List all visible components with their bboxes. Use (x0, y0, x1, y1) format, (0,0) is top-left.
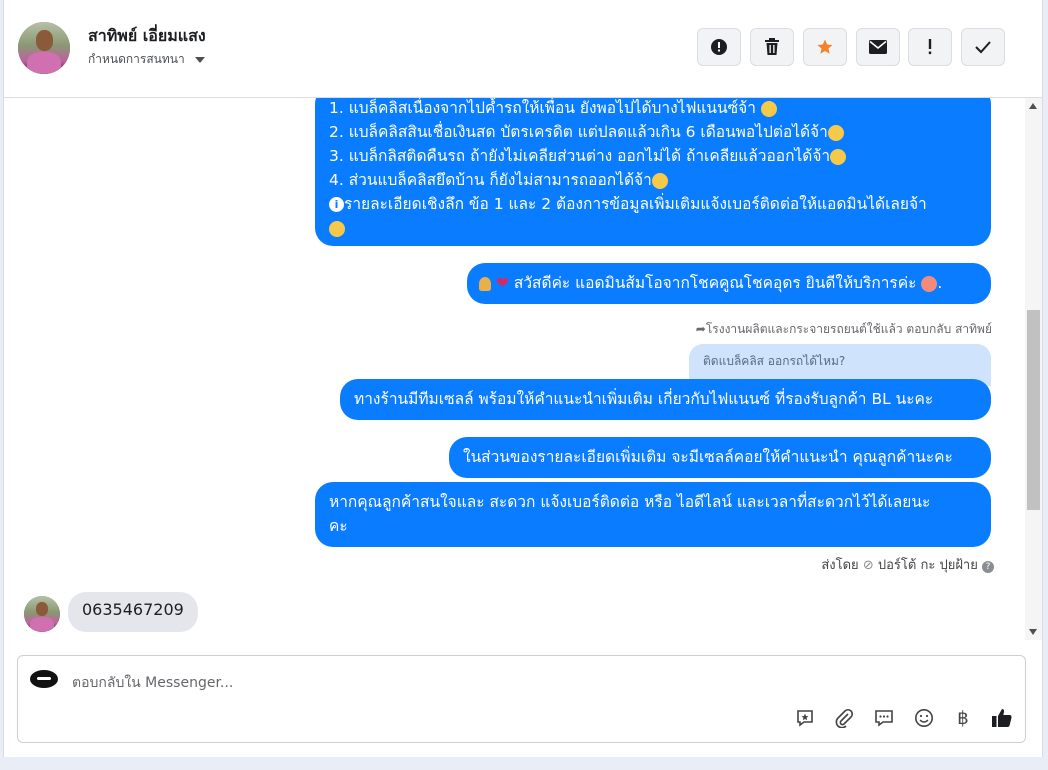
incoming-sender-avatar[interactable] (24, 596, 60, 632)
star-icon (817, 39, 833, 54)
smile-emoji-icon (329, 220, 345, 237)
done-button[interactable] (961, 28, 1005, 66)
scrollbar-thumb[interactable] (1027, 310, 1040, 510)
message-scrollbar[interactable] (1025, 98, 1042, 640)
like-icon[interactable] (990, 706, 1014, 730)
conversation-header: สาทิพย์ เอี่ยมแสง กำหนดการสนทนา (4, 0, 1042, 98)
follow-up-button[interactable] (908, 28, 952, 66)
heart-emoji-icon: ❤ (495, 274, 509, 292)
check-icon (975, 41, 991, 54)
baht-icon[interactable]: ฿ (951, 706, 975, 730)
smile-emoji-icon (651, 172, 668, 189)
sent-by-label: ส่งโดย ⊘ ปอร์โต้ กะ ปุยฝ้าย ? (821, 554, 994, 575)
spam-button[interactable] (697, 28, 741, 66)
delete-button[interactable] (750, 28, 794, 66)
outgoing-message-blacklist-info[interactable]: 1. แบล็คลิสเนื่องจากไปค้ำรถให้เพื่อน ยัง… (315, 98, 991, 246)
message-line-4: 4. ส่วนแบล็คลิสยึดบ้าน ก็ยังไม่สามารถออก… (329, 168, 977, 192)
love-emoji-icon (921, 275, 938, 292)
caret-down-icon (194, 56, 205, 63)
page-logo-icon (30, 670, 58, 688)
assign-conversation-dropdown[interactable]: กำหนดการสนทนา (88, 50, 205, 69)
assign-label: กำหนดการสนทนา (88, 52, 185, 66)
mark-unread-button[interactable] (856, 28, 900, 66)
envelope-icon (869, 40, 887, 54)
reply-arrow-icon: ➦ (695, 322, 706, 336)
info-icon: i (329, 197, 344, 212)
outgoing-message-details[interactable]: ในส่วนของรายละเอียดเพิ่มเติม จะมีเซลล์คอ… (449, 437, 991, 478)
exclamation-icon (928, 39, 932, 55)
message-line-2: 2. แบล็คลิสสินเชื่อเงินสด บัตรเครดิต แต่… (329, 120, 977, 144)
pray-emoji-icon (479, 276, 491, 291)
smile-emoji-icon (760, 100, 777, 117)
reply-composer[interactable]: ตอบกลับใน Messenger... ฿ (17, 655, 1026, 743)
message-line-1: 1. แบล็คลิสเนื่องจากไปค้ำรถให้เพื่อน ยัง… (329, 98, 977, 120)
message-line-5: i รายละเอียดเชิงลึก ข้อ 1 และ 2 ต้องการข้… (329, 192, 977, 216)
contact-name[interactable]: สาทิพย์ เอี่ยมแสง (88, 24, 206, 49)
scroll-down-arrow-icon[interactable] (1029, 629, 1037, 635)
incoming-message-phone[interactable]: 0635467209 (68, 592, 198, 632)
conversation-panel: สาทิพย์ เอี่ยมแสง กำหนดการสนทนา 1. แบล็ค… (3, 0, 1043, 757)
chat-bubble-icon[interactable] (872, 706, 896, 730)
check-circle-icon: ⊘ (862, 558, 874, 573)
alert-circle-icon (711, 39, 727, 55)
contact-avatar[interactable] (18, 22, 70, 74)
message-list[interactable]: 1. แบล็คลิสเนื่องจากไปค้ำรถให้เพื่อน ยัง… (4, 98, 1024, 640)
message-line-6 (329, 216, 977, 240)
star-button[interactable] (803, 28, 847, 66)
emoji-icon[interactable] (912, 706, 936, 730)
outgoing-message-contact[interactable]: หากคุณลูกค้าสนใจและ สะดวก แจ้งเบอร์ติดต่… (315, 482, 991, 547)
reply-note: ➦โรงงานผลิตและกระจายรถยนต์ใช้แล้ว ตอบกลั… (695, 322, 992, 336)
attachment-icon[interactable] (832, 706, 856, 730)
reply-input[interactable]: ตอบกลับใน Messenger... (72, 672, 233, 694)
trash-icon (765, 38, 779, 55)
smile-emoji-icon (830, 148, 847, 165)
saved-reply-icon[interactable] (793, 706, 817, 730)
help-circle-icon[interactable]: ? (982, 561, 994, 573)
smile-emoji-icon (827, 124, 844, 141)
message-line-3: 3. แบล็กลิสติดคืนรถ ถ้ายังไม่เคลียส่วนต่… (329, 144, 977, 168)
outgoing-message-greeting[interactable]: ❤ สวัสดีค่ะ แอดมินส้มโอจากโชคคูณโชคอุดร … (467, 263, 991, 304)
scroll-up-arrow-icon[interactable] (1029, 103, 1037, 109)
outgoing-message-team[interactable]: ทางร้านมีทีมเซลล์ พร้อมให้คำแนะนำเพิ่มเต… (340, 379, 991, 420)
